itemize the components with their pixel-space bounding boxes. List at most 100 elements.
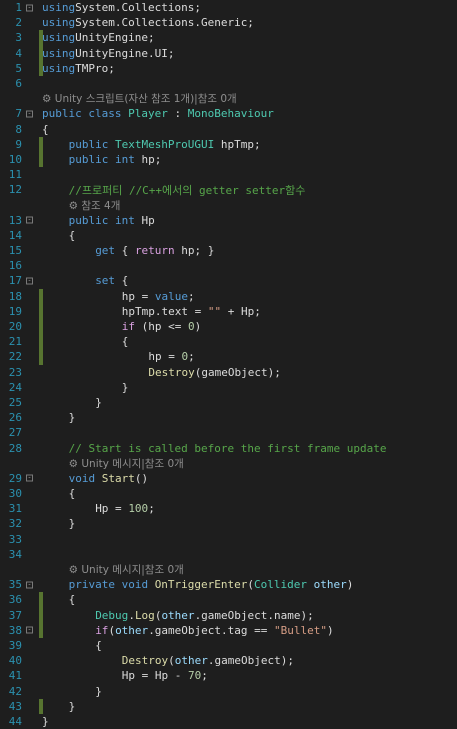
code-line[interactable]: 41 Hp = Hp - 70; (0, 668, 457, 683)
code-text[interactable]: private void OnTriggerEnter(Collider oth… (40, 578, 457, 591)
code-line[interactable]: 23 Destroy(gameObject); (0, 365, 457, 380)
code-text[interactable]: // Start is called before the first fram… (40, 442, 457, 455)
code-line[interactable]: 29- void Start() (0, 471, 457, 486)
code-line[interactable]: 6 (0, 76, 457, 91)
code-line[interactable]: 13- public int Hp (0, 213, 457, 228)
code-text[interactable]: } (40, 715, 457, 728)
code-text[interactable]: { (40, 639, 457, 652)
code-text[interactable]: } (40, 517, 457, 530)
code-line[interactable]: 18 hp = value; (0, 288, 457, 304)
code-line[interactable]: 17- set { (0, 273, 457, 288)
code-text[interactable]: if(other.gameObject.tag == "Bullet") (40, 624, 457, 637)
codelens[interactable]: ⚙ 참조 4개 (40, 198, 457, 213)
codelens-text[interactable]: 참조 4개 (81, 200, 120, 212)
code-text[interactable]: if (hp <= 0) (40, 320, 457, 333)
collapse-toggle-icon[interactable]: - (26, 216, 33, 224)
code-line[interactable]: 21 { (0, 334, 457, 350)
collapse-toggle-icon[interactable]: - (26, 626, 33, 634)
code-line[interactable]: 43} (0, 698, 457, 714)
code-text[interactable]: } (40, 685, 457, 698)
code-line[interactable]: 27 (0, 425, 457, 440)
code-text[interactable]: usingTMPro; (40, 62, 457, 75)
code-text[interactable]: } (40, 396, 457, 409)
code-line[interactable]: 4 usingUnityEngine.UI; (0, 45, 457, 61)
codelens-row[interactable]: ⚙ Unity 스크립트(자산 참조 1개)|참조 0개 (0, 91, 457, 106)
code-line[interactable]: 1- usingSystem.Collections; (0, 0, 457, 15)
code-text[interactable]: { (40, 487, 457, 500)
code-line[interactable]: 26} (0, 410, 457, 425)
code-text[interactable]: usingSystem.Collections; (40, 1, 457, 14)
code-editor[interactable]: 1- usingSystem.Collections; 2 usingSystem.C… (0, 0, 457, 729)
code-text[interactable]: hp = 0; (40, 350, 457, 363)
code-text[interactable]: Destroy(gameObject); (40, 366, 457, 379)
code-line[interactable]: 7- public class Player : MonoBehaviour (0, 106, 457, 121)
code-text[interactable]: } (40, 381, 457, 394)
code-line[interactable]: 40 Destroy(other.gameObject); (0, 653, 457, 668)
code-line[interactable]: 44} (0, 714, 457, 729)
collapse-toggle-icon[interactable]: - (26, 581, 33, 589)
code-text[interactable]: { (40, 229, 457, 242)
code-line[interactable]: 16 (0, 258, 457, 273)
code-text[interactable]: } (40, 411, 457, 424)
code-line[interactable]: 39 { (0, 638, 457, 653)
code-text[interactable]: Debug.Log(other.gameObject.name); (40, 609, 457, 622)
code-text[interactable]: public class Player : MonoBehaviour (40, 107, 457, 120)
code-line[interactable]: 2 usingSystem.Collections.Generic; (0, 15, 457, 30)
code-text[interactable]: hp = value; (40, 290, 457, 303)
code-line[interactable]: 12 //프로퍼티 //C++에서의 getter setter함수 (0, 182, 457, 197)
code-text[interactable]: usingUnityEngine.UI; (40, 47, 457, 60)
collapse-toggle-icon[interactable]: - (26, 110, 33, 118)
code-line[interactable]: 38- if(other.gameObject.tag == "Bullet") (0, 622, 457, 638)
code-line[interactable]: 33 (0, 532, 457, 547)
code-line[interactable]: 36 { (0, 592, 457, 608)
collapse-toggle-icon[interactable]: - (26, 277, 33, 285)
codelens-text[interactable]: Unity 메시지|참조 0개 (81, 564, 183, 576)
code-text[interactable]: usingUnityEngine; (40, 31, 457, 44)
code-line[interactable]: 5 usingTMPro; (0, 60, 457, 76)
code-text[interactable]: set { (40, 274, 457, 287)
code-line[interactable]: 11 (0, 167, 457, 182)
code-line[interactable]: 30 { (0, 486, 457, 501)
code-text[interactable]: void Start() (40, 472, 457, 485)
code-text[interactable]: Hp = 100; (40, 502, 457, 515)
collapse-toggle-icon[interactable]: - (26, 474, 33, 482)
code-line[interactable]: 34 (0, 547, 457, 562)
code-line[interactable]: 20 if (hp <= 0) (0, 318, 457, 335)
code-line[interactable]: 10 public int hp; (0, 151, 457, 168)
collapse-toggle-icon[interactable]: - (26, 4, 33, 12)
code-text[interactable]: Hp = Hp - 70; (40, 669, 457, 682)
codelens[interactable]: ⚙ Unity 스크립트(자산 참조 1개)|참조 0개 (40, 91, 457, 106)
code-line[interactable]: 8{ (0, 122, 457, 137)
code-text[interactable]: //프로퍼티 //C++에서의 getter setter함수 (40, 182, 457, 198)
code-line[interactable]: 14 { (0, 228, 457, 243)
code-line[interactable]: 42} (0, 683, 457, 698)
codelens[interactable]: ⚙ Unity 메시지|참조 0개 (40, 456, 457, 471)
code-text[interactable]: public int Hp (40, 214, 457, 227)
codelens[interactable]: ⚙ Unity 메시지|참조 0개 (40, 562, 457, 577)
code-text[interactable]: { (40, 335, 457, 348)
code-text[interactable]: get { return hp; } (40, 244, 457, 257)
code-text[interactable]: usingSystem.Collections.Generic; (40, 16, 457, 29)
code-line[interactable]: 25} (0, 395, 457, 410)
code-line[interactable]: 22 hp = 0; (0, 349, 457, 365)
code-line[interactable]: 32} (0, 516, 457, 531)
codelens-text[interactable]: Unity 스크립트(자산 참조 1개)|참조 0개 (55, 93, 237, 105)
code-line[interactable]: 9 public TextMeshProUGUI hpTmp; (0, 136, 457, 152)
code-text[interactable]: hpTmp.text = "" + Hp; (40, 305, 457, 318)
code-line[interactable]: 28 // Start is called before the first fr… (0, 440, 457, 455)
code-line[interactable]: 31 Hp = 100; (0, 501, 457, 516)
code-text[interactable]: public TextMeshProUGUI hpTmp; (40, 138, 457, 151)
code-line[interactable]: 24} (0, 380, 457, 395)
codelens-row[interactable]: ⚙ 참조 4개 (0, 197, 457, 212)
codelens-row[interactable]: ⚙ Unity 메시지|참조 0개 (0, 562, 457, 577)
code-text[interactable]: { (40, 593, 457, 606)
code-line[interactable]: 37 Debug.Log(other.gameObject.name); (0, 607, 457, 623)
code-line[interactable]: 35- private void OnTriggerEnter(Collider … (0, 577, 457, 592)
code-text[interactable]: { (40, 123, 457, 136)
code-text[interactable]: Destroy(other.gameObject); (40, 654, 457, 667)
code-line[interactable]: 3 usingUnityEngine; (0, 30, 457, 46)
code-line[interactable]: 19 hpTmp.text = "" + Hp; (0, 303, 457, 319)
code-text[interactable]: public int hp; (40, 153, 457, 166)
code-text[interactable]: } (40, 700, 457, 713)
codelens-row[interactable]: ⚙ Unity 메시지|참조 0개 (0, 456, 457, 471)
